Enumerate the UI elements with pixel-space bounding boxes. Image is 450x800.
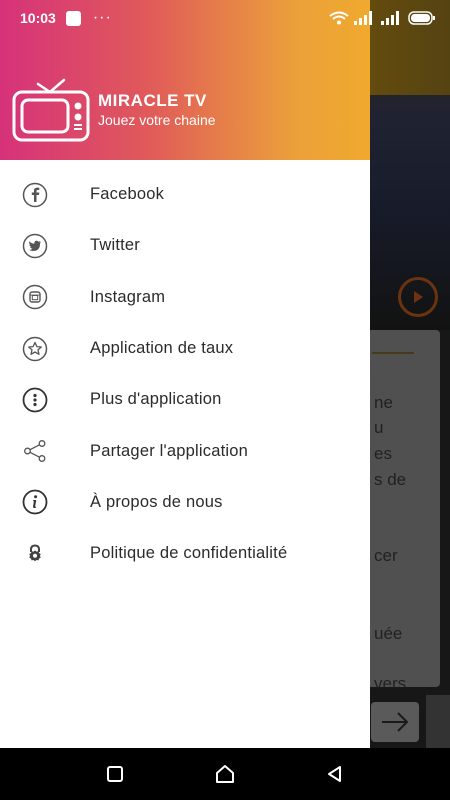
tv-logo-icon <box>12 78 90 142</box>
system-navigation-bar <box>0 748 450 800</box>
menu-item-facebook[interactable]: Facebook <box>0 169 370 220</box>
home-icon <box>216 765 234 783</box>
lock-icon <box>22 541 48 567</box>
facebook-icon <box>22 182 48 208</box>
app-name: MIRACLE TV <box>98 91 207 110</box>
wifi-icon <box>329 11 349 25</box>
signal-icon <box>354 11 372 25</box>
menu-item-more-apps[interactable]: Plus d'application <box>0 374 370 425</box>
back-button[interactable] <box>315 754 355 794</box>
star-icon <box>22 336 48 362</box>
menu-item-label: Twitter <box>90 236 140 255</box>
share-icon <box>22 438 48 464</box>
more-notifications-icon: ··· <box>92 9 112 26</box>
square-icon <box>107 766 123 782</box>
drawer-menu: Facebook Twitter Instagram Application d… <box>0 169 370 579</box>
notification-icon <box>65 10 81 26</box>
more-icon <box>22 387 48 413</box>
menu-item-rate-app[interactable]: Application de taux <box>0 323 370 374</box>
status-bar: 10:03 ··· <box>0 0 450 36</box>
menu-item-twitter[interactable]: Twitter <box>0 220 370 271</box>
menu-item-label: Instagram <box>90 287 166 306</box>
back-icon <box>328 766 341 782</box>
menu-item-share[interactable]: Partager l'application <box>0 425 370 476</box>
menu-item-instagram[interactable]: Instagram <box>0 272 370 323</box>
menu-item-about[interactable]: À propos de nous <box>0 477 370 528</box>
twitter-icon <box>22 233 48 259</box>
menu-item-label: Plus d'application <box>90 390 222 409</box>
battery-icon <box>408 11 435 25</box>
menu-item-label: Politique de confidentialité <box>90 544 288 563</box>
recents-button[interactable] <box>95 754 135 794</box>
home-button[interactable] <box>205 754 245 794</box>
signal-2-icon <box>381 11 399 25</box>
navigation-drawer: MIRACLE TV Jouez votre chaine Facebook T… <box>0 0 370 748</box>
menu-item-label: Facebook <box>90 185 165 204</box>
menu-item-label: Application de taux <box>90 339 234 358</box>
instagram-icon <box>22 284 48 310</box>
status-time: 10:03 <box>20 10 56 26</box>
app-tagline: Jouez votre chaine <box>98 112 216 128</box>
info-icon <box>22 489 48 515</box>
menu-item-label: Partager l'application <box>90 441 248 460</box>
menu-item-privacy[interactable]: Politique de confidentialité <box>0 528 370 579</box>
menu-item-label: À propos de nous <box>90 492 223 511</box>
